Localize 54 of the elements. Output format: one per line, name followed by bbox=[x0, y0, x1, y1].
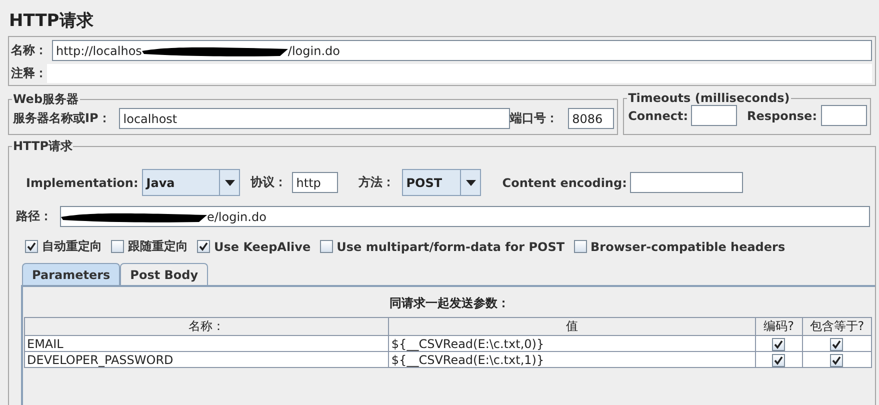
checkbox[interactable] bbox=[25, 240, 38, 253]
table-cell: ${__CSVRead(E:\c.txt,0)} bbox=[388, 336, 756, 352]
checkbox[interactable] bbox=[830, 354, 844, 367]
checkbox-label: 自动重定向 bbox=[42, 238, 102, 255]
column-header: 值 bbox=[388, 318, 756, 336]
connect-field[interactable] bbox=[691, 105, 738, 126]
field-label: Connect: bbox=[628, 108, 688, 122]
field-label: 端口号： bbox=[510, 110, 558, 127]
check-icon bbox=[199, 242, 208, 251]
field-label: Response: bbox=[747, 108, 817, 122]
field-label: 名称： bbox=[11, 42, 47, 59]
group-title: Web服务器 bbox=[12, 91, 80, 108]
field-label: 协议： bbox=[250, 174, 286, 191]
protocol-field[interactable]: http bbox=[292, 172, 338, 193]
column-header: 名称： bbox=[24, 318, 389, 336]
field-label: 方法： bbox=[358, 174, 394, 191]
method-dropdown[interactable]: POST bbox=[402, 169, 482, 196]
tab[interactable]: Post Body bbox=[120, 263, 208, 285]
server-field[interactable]: localhost bbox=[119, 108, 510, 129]
check-icon bbox=[27, 242, 36, 251]
group-title: HTTP请求 bbox=[12, 138, 74, 155]
checkbox[interactable] bbox=[772, 338, 786, 351]
column-header: 编码? bbox=[755, 318, 802, 336]
path-field[interactable]: e/login.do bbox=[60, 206, 870, 227]
checkbox-label: Use KeepAlive bbox=[214, 240, 311, 254]
checkbox[interactable] bbox=[772, 354, 786, 367]
implementation-dropdown[interactable]: Java bbox=[142, 169, 240, 196]
checkbox-label: 跟随重定向 bbox=[128, 238, 188, 255]
table-title: 同请求一起发送参数： bbox=[388, 295, 510, 312]
field-label: 路径： bbox=[16, 208, 52, 225]
field-label: Implementation: bbox=[26, 176, 138, 190]
checkbox-label: Browser-compatible headers bbox=[590, 240, 786, 254]
column-header: 包含等于? bbox=[802, 318, 872, 336]
field-label: 服务器名称或IP： bbox=[13, 110, 110, 127]
page-title: HTTP请求 bbox=[8, 10, 94, 33]
field-label: 注释： bbox=[11, 65, 47, 82]
checkbox[interactable] bbox=[574, 240, 587, 253]
name-field[interactable]: http://localhos /login.do bbox=[52, 40, 872, 61]
tab[interactable]: Parameters bbox=[22, 263, 120, 285]
field-label: Content encoding: bbox=[502, 176, 627, 190]
group-title: Timeouts (milliseconds) bbox=[627, 91, 791, 105]
checkbox[interactable] bbox=[830, 338, 844, 351]
table-cell: ${__CSVRead(E:\c.txt,1)} bbox=[388, 352, 756, 368]
checkbox[interactable] bbox=[320, 240, 333, 253]
table-cell: EMAIL bbox=[24, 336, 389, 352]
response-field[interactable] bbox=[821, 105, 867, 126]
caret-icon bbox=[466, 180, 476, 186]
checkbox[interactable] bbox=[197, 240, 210, 253]
checkbox[interactable] bbox=[111, 240, 124, 253]
table-cell: DEVELOPER_PASSWORD bbox=[24, 352, 389, 368]
port-field[interactable]: 8086 bbox=[568, 108, 614, 129]
encoding-field[interactable] bbox=[630, 172, 743, 193]
checkbox-label: Use multipart/form-data for POST bbox=[336, 240, 565, 254]
caret-icon bbox=[224, 180, 235, 186]
